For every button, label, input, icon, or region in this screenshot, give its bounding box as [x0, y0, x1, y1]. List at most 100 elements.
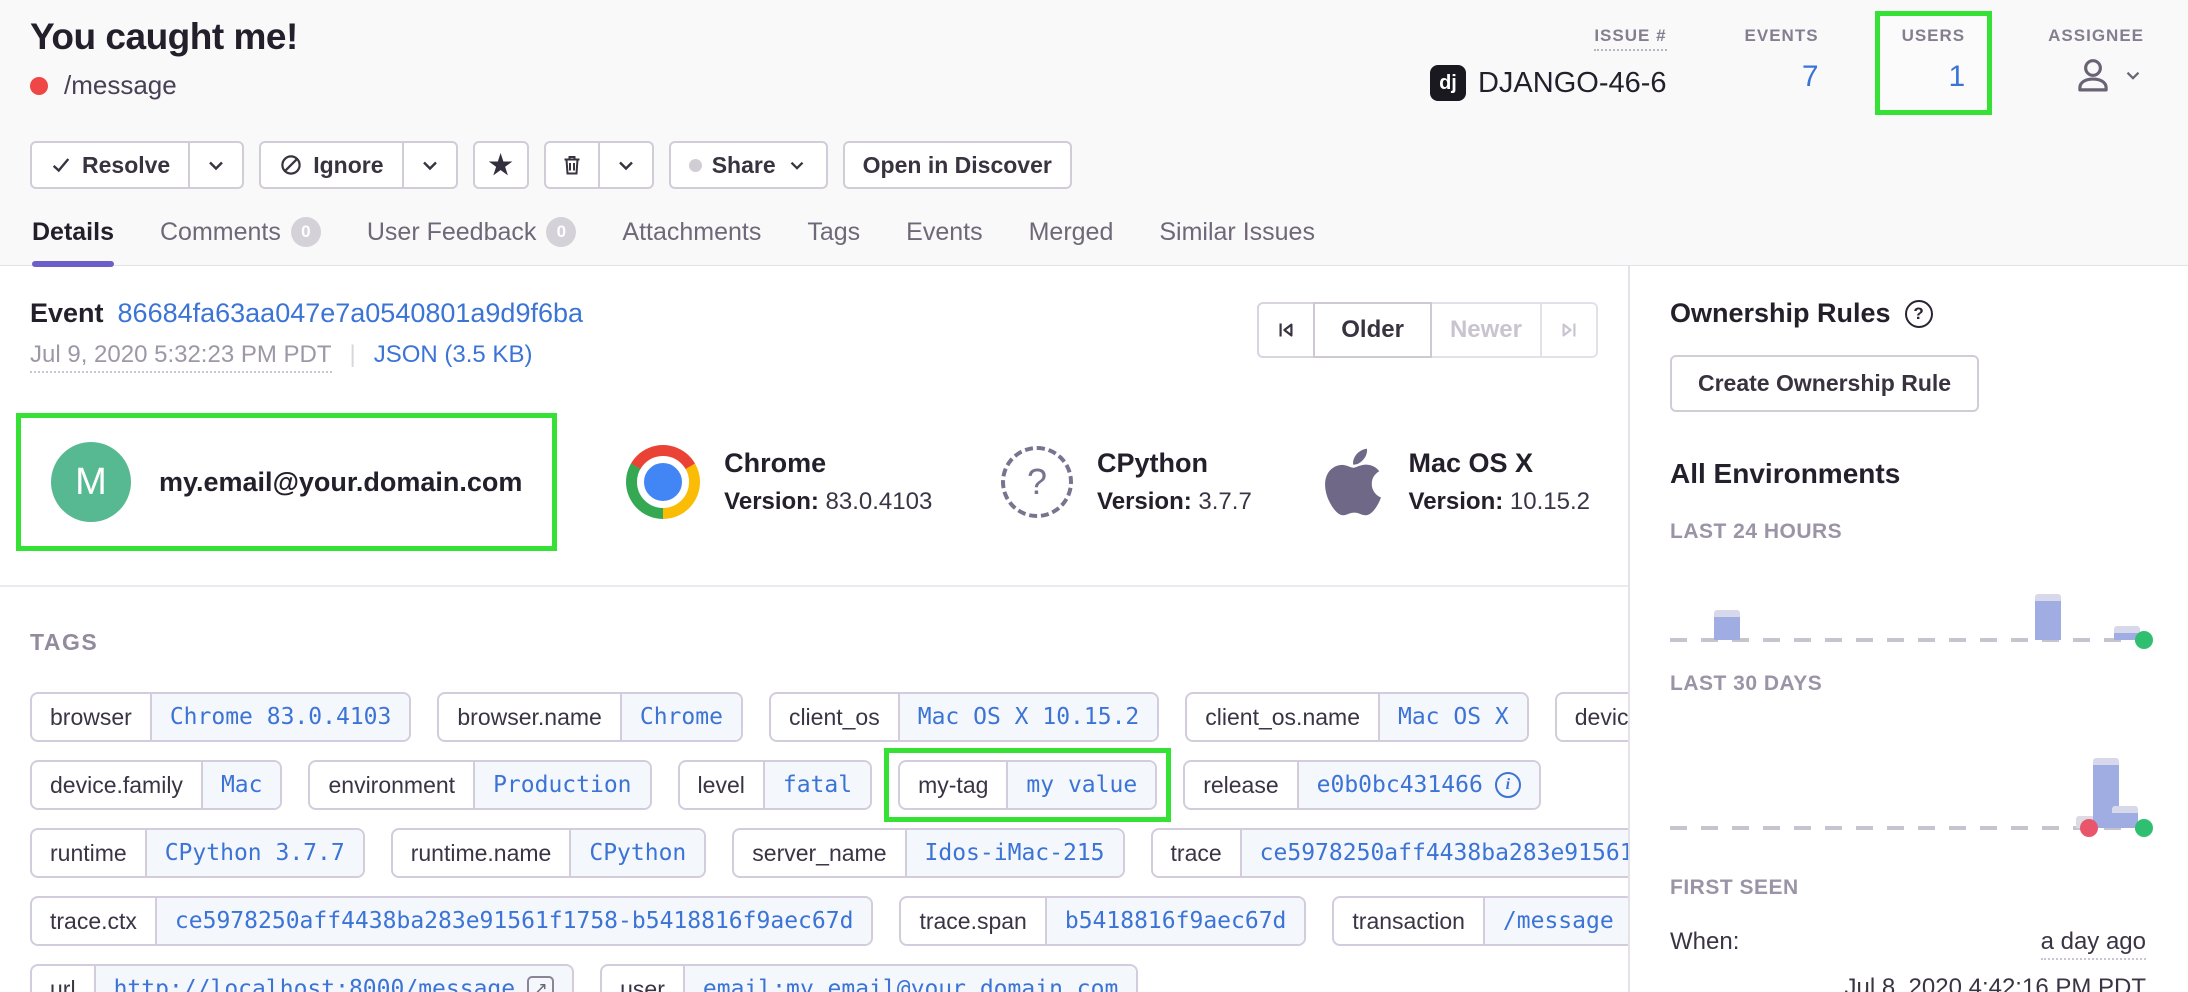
tab-comments[interactable]: Comments0: [160, 217, 321, 265]
tag-key: browser: [32, 694, 150, 740]
tag-value-link[interactable]: ce5978250aff4438ba283e91561f1758-b541881…: [155, 898, 872, 944]
external-link-icon[interactable]: ↗: [527, 976, 554, 992]
tag-pill-runtime.name: runtime.nameCPython: [391, 828, 707, 878]
tab-user-feedback[interactable]: User Feedback0: [367, 217, 577, 265]
tab-similar-issues[interactable]: Similar Issues: [1159, 217, 1315, 265]
tab-details[interactable]: Details: [32, 217, 114, 265]
last-30-days-label: LAST 30 DAYS: [1670, 672, 2146, 696]
release-info-icon[interactable]: i: [1495, 772, 1521, 798]
event-pagination: Older Newer: [1257, 302, 1598, 358]
assignee-dropdown[interactable]: [2072, 54, 2144, 96]
tab-merged[interactable]: Merged: [1029, 217, 1114, 265]
tag-value-text: Production: [493, 772, 631, 798]
event-id-link[interactable]: 86684fa63aa047e7a0540801a9d9f6ba: [118, 298, 584, 329]
first-seen-marker-dot: [2080, 819, 2098, 837]
tag-value-link[interactable]: ce5978250aff4438ba283e91561f1758: [1240, 830, 1630, 876]
spark-bar[interactable]: [1714, 610, 1740, 640]
tag-value-link[interactable]: b5418816f9aec67d: [1045, 898, 1305, 944]
tab-tags[interactable]: Tags: [807, 217, 860, 265]
issue-number-value[interactable]: dj DJANGO-46-6: [1430, 65, 1667, 101]
check-icon: [50, 154, 72, 176]
tag-value-link[interactable]: Mac OS X 10.15.2: [898, 694, 1158, 740]
tags-section: TAGS browserChrome 83.0.4103browser.name…: [0, 587, 1628, 992]
issue-details-page: You caught me! /message ISSUE # dj DJANG…: [0, 0, 2188, 992]
tag-pill-client_os.name: client_os.nameMac OS X: [1185, 692, 1528, 742]
raw-json-link[interactable]: JSON (3.5 KB): [374, 341, 533, 369]
issue-stats: ISSUE # dj DJANGO-46-6 EVENTS 7 USERS 1 …: [1430, 16, 2148, 115]
tag-key: trace.span: [901, 898, 1044, 944]
tab-label: Tags: [807, 218, 860, 247]
last-30-days-chart[interactable]: [1670, 754, 2146, 830]
tag-value-link[interactable]: Production: [473, 762, 649, 808]
tag-key: server_name: [734, 830, 904, 876]
resolve-button[interactable]: Resolve: [30, 141, 190, 189]
version-label: Version:: [1409, 488, 1504, 515]
users-count[interactable]: 1: [1948, 60, 1965, 94]
tag-value-link[interactable]: Chrome 83.0.4103: [150, 694, 410, 740]
tag-value-link[interactable]: CPython: [569, 830, 704, 876]
tag-pill-transaction: transaction/message: [1332, 896, 1630, 946]
tag-row: device.familyMacenvironmentProductionlev…: [30, 760, 1598, 810]
tag-value-link[interactable]: CPython 3.7.7: [145, 830, 363, 876]
event-timestamp[interactable]: Jul 9, 2020 5:32:23 PM PDT: [30, 341, 332, 373]
tab-attachments[interactable]: Attachments: [622, 217, 761, 265]
tag-pill-level: levelfatal: [678, 760, 873, 810]
tag-value-link[interactable]: Mac: [201, 762, 281, 808]
chevron-down-icon: [786, 154, 808, 176]
ignore-dropdown-button[interactable]: [402, 141, 458, 189]
tag-row: urlhttp://localhost:8000/message↗userema…: [30, 964, 1598, 992]
newer-event-button: Newer: [1430, 302, 1542, 358]
ignore-button[interactable]: Ignore: [259, 141, 403, 189]
first-seen-relative[interactable]: a day ago: [2041, 928, 2146, 960]
tab-label: Events: [906, 218, 982, 247]
tag-value-link[interactable]: Chrome: [620, 694, 741, 740]
apple-icon: [1321, 444, 1385, 520]
first-seen-label: FIRST SEEN: [1670, 876, 2146, 900]
separator: |: [350, 341, 356, 369]
tag-value-link[interactable]: /message: [1483, 898, 1630, 944]
page-title: You caught me!: [30, 16, 298, 58]
latest-marker-dot: [2135, 631, 2153, 649]
chevron-down-icon: [614, 153, 638, 177]
tag-key: trace.ctx: [32, 898, 155, 944]
tag-value-text: Mac OS X 10.15.2: [918, 704, 1140, 730]
tag-value-link[interactable]: e0b0bc431466i: [1297, 762, 1539, 808]
share-button[interactable]: Share: [669, 141, 828, 189]
tag-key: url: [32, 966, 94, 992]
tag-value-link[interactable]: Idos-iMac-215: [905, 830, 1123, 876]
help-question-icon[interactable]: ?: [1905, 300, 1933, 328]
resolve-dropdown-button[interactable]: [188, 141, 244, 189]
older-event-button[interactable]: Older: [1313, 302, 1432, 358]
tag-pill-device.family: device.familyMac: [30, 760, 282, 810]
last-24-hours-chart[interactable]: [1670, 588, 2146, 642]
ban-icon: [279, 153, 303, 177]
bookmark-star-button[interactable]: ★: [473, 141, 529, 189]
error-level-dot: [30, 77, 48, 95]
tag-value-link[interactable]: Mac OS X: [1378, 694, 1527, 740]
tag-value-link[interactable]: fatal: [763, 762, 870, 808]
chart-baseline: [1670, 826, 2146, 830]
delete-button[interactable]: [544, 141, 600, 189]
spark-bar[interactable]: [2112, 806, 2138, 828]
tag-value-link[interactable]: my value: [1006, 762, 1155, 808]
tag-value-link[interactable]: email:my.email@your.domain.com: [683, 966, 1136, 992]
tag-value-text: ce5978250aff4438ba283e91561f1758: [1260, 840, 1630, 866]
tab-events[interactable]: Events: [906, 217, 982, 265]
tag-value-link[interactable]: http://localhost:8000/message↗: [94, 966, 573, 992]
chart-baseline: [1670, 638, 2146, 642]
oldest-event-button[interactable]: [1257, 302, 1315, 358]
tag-value-text: fatal: [783, 772, 852, 798]
events-count[interactable]: 7: [1802, 60, 1819, 94]
delete-dropdown-button[interactable]: [598, 141, 654, 189]
spark-bar[interactable]: [2035, 594, 2061, 640]
latest-marker-dot: [2135, 819, 2153, 837]
issue-number-label[interactable]: ISSUE #: [1594, 26, 1666, 51]
create-ownership-rule-button[interactable]: Create Ownership Rule: [1670, 355, 1979, 412]
tag-value-text: email:my.email@your.domain.com: [703, 976, 1118, 992]
tag-pill-trace.ctx: trace.ctxce5978250aff4438ba283e91561f175…: [30, 896, 873, 946]
chevron-down-icon: [418, 153, 442, 177]
tag-pill-browser.name: browser.nameChrome: [437, 692, 743, 742]
open-in-discover-button[interactable]: Open in Discover: [843, 141, 1072, 189]
version-label: Version:: [1097, 488, 1192, 515]
tab-label: User Feedback: [367, 218, 537, 247]
